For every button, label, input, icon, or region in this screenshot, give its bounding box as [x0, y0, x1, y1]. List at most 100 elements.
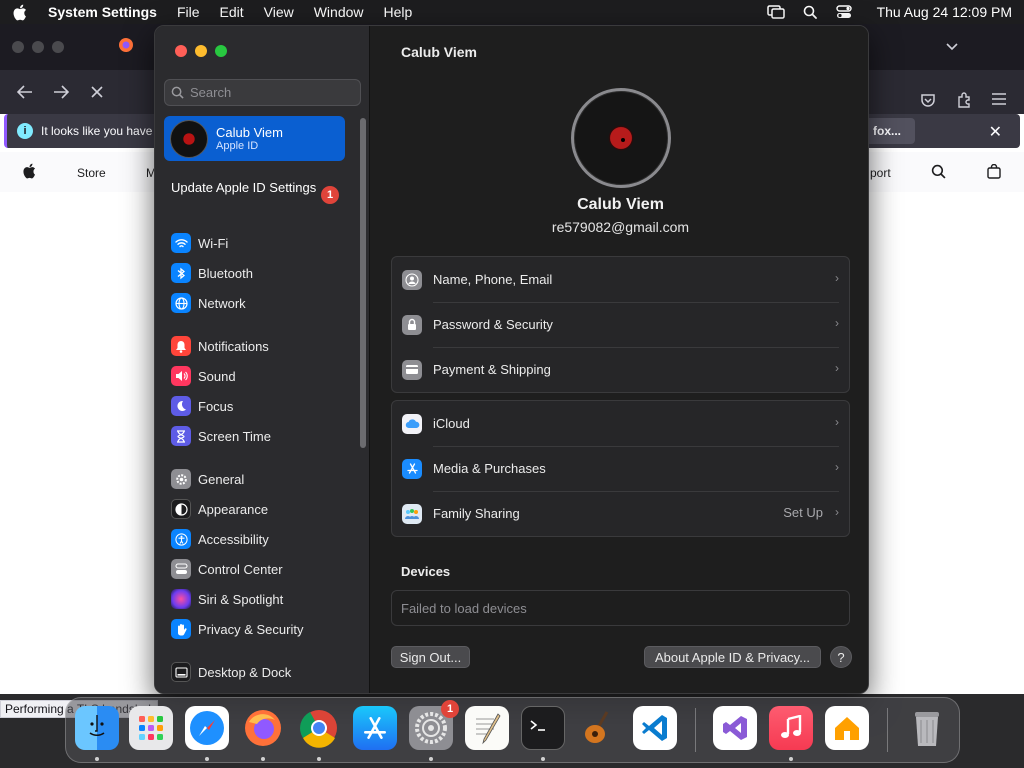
- music-icon[interactable]: [769, 706, 813, 750]
- chevron-right-icon: ›: [835, 361, 839, 375]
- close-window-button[interactable]: [175, 45, 187, 57]
- browser-close-dot[interactable]: [12, 41, 24, 53]
- home-icon[interactable]: [825, 706, 869, 750]
- sidebar-item-desktop-dock[interactable]: Desktop & Dock: [171, 661, 291, 683]
- hamburger-menu-icon[interactable]: [992, 92, 1006, 110]
- firefox-icon[interactable]: [241, 706, 285, 750]
- stop-loading-icon[interactable]: [86, 81, 108, 103]
- control-center-menu-icon[interactable]: [835, 3, 853, 21]
- chevron-right-icon: ›: [835, 505, 839, 519]
- textedit-icon[interactable]: [465, 706, 509, 750]
- sidebar-scrollbar[interactable]: [360, 118, 366, 448]
- extensions-icon[interactable]: [956, 92, 972, 113]
- profile-name: Calub Viem: [577, 196, 664, 213]
- apple-logo-icon[interactable]: [22, 163, 36, 182]
- spotlight-search-icon[interactable]: [801, 3, 819, 21]
- menu-file[interactable]: File: [177, 4, 200, 20]
- sidebar-item-focus[interactable]: Focus: [171, 395, 233, 417]
- tab-list-chevron-icon[interactable]: [946, 38, 958, 56]
- sidebar-item-label: Privacy & Security: [198, 621, 304, 637]
- menu-clock[interactable]: Thu Aug 24 12:09 PM: [877, 4, 1012, 20]
- settings-dock-badge: 1: [441, 700, 459, 718]
- site-search-icon[interactable]: [931, 164, 946, 182]
- row-label: Family Sharing: [433, 506, 520, 521]
- terminal-icon[interactable]: [521, 706, 565, 750]
- sidebar-item-accessibility[interactable]: Accessibility: [171, 528, 269, 550]
- sidebar-item-label: Notifications: [198, 338, 269, 354]
- row-password-security[interactable]: Password & Security ›: [392, 302, 849, 347]
- pocket-icon[interactable]: [920, 92, 936, 113]
- globe-icon: [171, 293, 191, 313]
- visual-studio-icon[interactable]: [713, 706, 757, 750]
- accessibility-icon: [171, 529, 191, 549]
- nav-support-link[interactable]: port: [870, 166, 891, 180]
- sidebar-item-siri-spotlight[interactable]: Siri & Spotlight: [171, 588, 283, 610]
- safari-icon[interactable]: [185, 706, 229, 750]
- back-arrow-icon[interactable]: [14, 81, 36, 103]
- screen-mirroring-icon[interactable]: [766, 3, 785, 21]
- menu-window[interactable]: Window: [314, 4, 364, 20]
- minimize-window-button[interactable]: [195, 45, 207, 57]
- trash-icon[interactable]: [905, 706, 949, 750]
- sidebar-item-label: Sound: [198, 368, 236, 384]
- gear-icon: [171, 469, 191, 489]
- help-button[interactable]: ?: [830, 646, 852, 668]
- sidebar-item-notifications[interactable]: Notifications: [171, 335, 269, 357]
- sidebar-item-update-apple-id[interactable]: Update Apple ID Settings: [171, 180, 341, 196]
- menu-view[interactable]: View: [264, 4, 294, 20]
- menu-edit[interactable]: Edit: [220, 4, 244, 20]
- menu-bar: System Settings File Edit View Window He…: [0, 0, 1024, 24]
- bell-icon: [171, 336, 191, 356]
- sidebar-item-label: Wi-Fi: [198, 235, 229, 251]
- control-center-icon: [171, 559, 191, 579]
- nav-store-link[interactable]: Store: [77, 166, 106, 180]
- sidebar-item-sound[interactable]: Sound: [171, 365, 236, 387]
- menu-help[interactable]: Help: [384, 4, 413, 20]
- sidebar-item-network[interactable]: Network: [171, 292, 246, 314]
- browser-minimize-dot[interactable]: [32, 41, 44, 53]
- notice-close-icon[interactable]: ✕: [989, 122, 1002, 142]
- profile-picture[interactable]: [571, 88, 671, 188]
- dock-icon: [171, 662, 191, 682]
- sidebar-search-input[interactable]: Search: [164, 79, 361, 106]
- apple-menu-icon[interactable]: [12, 3, 28, 21]
- row-payment-shipping[interactable]: Payment & Shipping ›: [392, 347, 849, 392]
- sidebar-item-apple-id[interactable]: Calub Viem Apple ID: [164, 116, 345, 161]
- services-group: iCloud › Media & Purchases › Family Shar…: [391, 400, 850, 537]
- account-subtitle: Apple ID: [216, 140, 259, 152]
- garageband-icon[interactable]: [577, 706, 621, 750]
- appearance-icon: [171, 499, 191, 519]
- about-apple-id-privacy-button[interactable]: About Apple ID & Privacy...: [644, 646, 821, 668]
- settings-main-pane: Calub Viem Calub Viem re579082@gmail.com…: [371, 26, 868, 693]
- menu-app-name[interactable]: System Settings: [48, 4, 157, 20]
- chrome-icon[interactable]: [297, 706, 341, 750]
- settings-sidebar: Search Calub Viem Apple ID Update Apple …: [155, 26, 370, 693]
- browser-zoom-dot[interactable]: [52, 41, 64, 53]
- row-name-phone-email[interactable]: Name, Phone, Email ›: [392, 257, 849, 302]
- row-label: Media & Purchases: [433, 461, 546, 476]
- sidebar-item-general[interactable]: General: [171, 468, 244, 490]
- shopping-bag-icon[interactable]: [987, 163, 1001, 182]
- sidebar-item-privacy-security[interactable]: Privacy & Security: [171, 618, 303, 640]
- zoom-window-button[interactable]: [215, 45, 227, 57]
- finder-icon[interactable]: [75, 706, 119, 750]
- sidebar-item-appearance[interactable]: Appearance: [171, 498, 268, 520]
- row-icloud[interactable]: iCloud ›: [392, 401, 849, 446]
- sidebar-item-wifi[interactable]: Wi-Fi: [171, 232, 228, 254]
- app-store-dock-icon[interactable]: [353, 706, 397, 750]
- forward-arrow-icon[interactable]: [50, 81, 72, 103]
- sidebar-item-screen-time[interactable]: Screen Time: [171, 425, 271, 447]
- row-media-purchases[interactable]: Media & Purchases ›: [392, 446, 849, 491]
- row-label: Name, Phone, Email: [433, 272, 553, 287]
- row-family-sharing[interactable]: Family Sharing Set Up ›: [392, 491, 849, 536]
- sidebar-item-control-center[interactable]: Control Center: [171, 558, 283, 580]
- sidebar-item-label: Bluetooth: [198, 265, 253, 281]
- search-placeholder: Search: [190, 85, 232, 100]
- firefox-tab-icon[interactable]: [118, 37, 134, 58]
- vscode-icon[interactable]: [633, 706, 677, 750]
- launchpad-icon[interactable]: [129, 706, 173, 750]
- sidebar-item-bluetooth[interactable]: Bluetooth: [171, 262, 253, 284]
- chevron-right-icon: ›: [835, 271, 839, 285]
- sign-out-button[interactable]: Sign Out...: [391, 646, 470, 668]
- hand-icon: [171, 619, 191, 639]
